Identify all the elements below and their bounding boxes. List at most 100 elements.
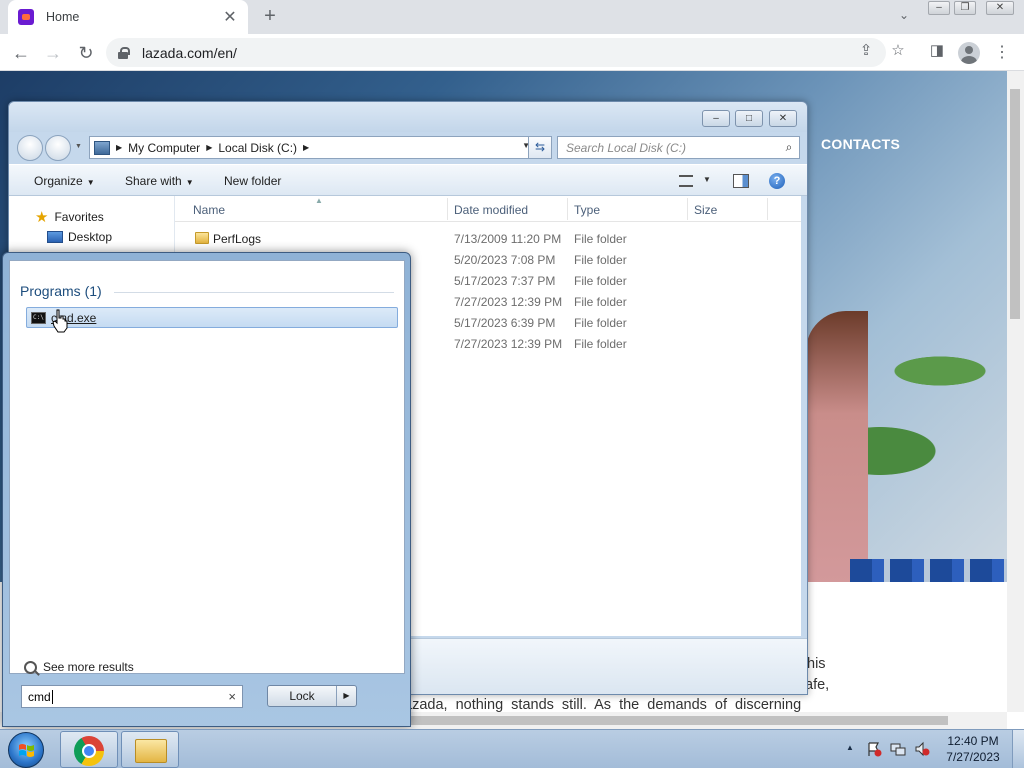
column-size[interactable]: Size [694,203,717,217]
crumb-separator-icon[interactable]: ▶ [206,143,212,152]
organize-button[interactable]: Organize ▼ [34,174,95,188]
bookmark-star-icon[interactable]: ☆ [887,40,909,62]
address-bar[interactable]: lazada.com/en/ [106,38,886,67]
explorer-minimize-button[interactable]: – [702,110,730,127]
see-more-label: See more results [43,660,134,674]
column-divider[interactable] [687,198,688,220]
lock-icon[interactable] [118,46,130,59]
nav-desktop[interactable]: Desktop [47,230,112,244]
column-divider[interactable] [447,198,448,220]
file-date: 5/17/2023 7:37 PM [454,274,556,288]
start-orb-icon[interactable] [8,732,44,768]
lock-button[interactable]: Lock ▶ [267,685,357,707]
horizontal-scroll-thumb[interactable] [400,716,948,725]
explorer-refresh-icon[interactable]: ⇆ [528,136,552,159]
search-icon [24,660,37,674]
network-icon[interactable] [890,741,906,757]
system-clock[interactable]: 12:40 PM 7/27/2023 [938,734,1008,764]
file-date: 5/17/2023 6:39 PM [454,316,556,330]
browser-restore-button[interactable]: ❐ [954,1,976,15]
file-type: File folder [574,232,627,246]
view-options-icon[interactable] [679,175,693,187]
column-name[interactable]: Name [193,203,225,217]
crumb-separator-icon[interactable]: ▶ [303,143,309,152]
taskbar-explorer-button[interactable] [121,731,179,768]
back-arrow-icon[interactable]: ← [8,40,34,66]
nav-desktop-label: Desktop [68,230,113,244]
url-text[interactable]: lazada.com/en/ [142,45,237,61]
file-type: File folder [574,337,627,351]
action-center-flag-icon[interactable] [866,741,882,757]
page-vertical-scrollbar[interactable] [1007,71,1024,712]
column-date-modified[interactable]: Date modified [454,203,528,217]
crumb-separator-icon[interactable]: ▶ [116,143,122,152]
view-chevron-icon[interactable]: ▼ [703,175,711,184]
tab-close-icon[interactable]: ✕ [222,7,238,27]
browser-menu-icon[interactable]: ⋮ [994,42,1010,64]
cmd-icon: C:\ [31,311,46,324]
nav-favorites[interactable]: ★ Favorites [35,208,104,226]
share-with-label: Share with [125,174,182,188]
search-placeholder: Search Local Disk (C:) [566,140,687,155]
tray-expand-icon[interactable]: ▲ [846,743,854,752]
profile-avatar-icon[interactable] [958,42,980,64]
taskbar-chrome-button[interactable] [60,731,118,768]
browser-tab-strip: Home ✕ + ⌄ – ❐ ✕ [0,0,1024,34]
preview-pane-icon[interactable] [733,174,749,188]
show-desktop-button[interactable] [1012,730,1024,768]
explorer-titlebar[interactable]: – □ ✕ [9,102,807,132]
explorer-forward-icon[interactable] [45,135,71,161]
file-type: File folder [574,274,627,288]
see-more-results-link[interactable]: See more results [24,660,134,674]
new-tab-button[interactable]: + [258,4,282,28]
column-type[interactable]: Type [574,203,600,217]
clear-search-icon[interactable]: × [228,689,236,704]
side-panel-icon[interactable]: ◨ [926,40,948,62]
search-icon[interactable]: ⌕ [779,140,799,155]
search-results-panel: Programs (1) C:\ cmd.exe See more result… [9,260,405,674]
chrome-icon [74,736,104,766]
web-paragraph-fragment: afe, [805,677,830,693]
vertical-scroll-thumb[interactable] [1010,89,1020,319]
file-row[interactable]: PerfLogs 7/13/2009 11:20 PM File folder [175,229,801,250]
taskbar: ▲ 12:40 PM 7/27/2023 [0,729,1024,768]
browser-toolbar: ← → ↻ lazada.com/en/ ⇪ ☆ ◨ ⋮ [0,34,1024,71]
share-icon[interactable]: ⇪ [855,40,877,62]
nav-favorites-label: Favorites [54,210,104,224]
file-date: 5/20/2023 7:08 PM [454,253,556,267]
crumb-my-computer[interactable]: My Computer [128,141,200,155]
new-folder-button[interactable]: New folder [224,174,281,188]
desktop-icon [47,231,63,243]
power-options-arrow-icon[interactable]: ▶ [336,686,356,706]
organize-label: Organize [34,174,83,188]
reload-icon[interactable]: ↻ [73,40,99,66]
browser-minimize-button[interactable]: – [928,1,950,15]
nav-contacts-link[interactable]: CONTACTS [821,136,900,152]
volume-muted-icon[interactable] [914,741,930,757]
column-divider[interactable] [567,198,568,220]
file-name: PerfLogs [213,232,262,246]
forward-arrow-icon[interactable]: → [40,40,66,66]
sort-arrow-icon: ▲ [315,196,323,205]
share-with-button[interactable]: Share with ▼ [125,174,194,188]
explorer-close-button[interactable]: ✕ [769,110,797,127]
tab-title: Home [46,10,80,24]
result-cmd-exe[interactable]: C:\ cmd.exe [26,307,398,328]
start-search-value[interactable]: cmd [28,689,53,704]
explorer-maximize-button[interactable]: □ [735,110,763,127]
browser-close-button[interactable]: ✕ [986,1,1014,15]
start-search-input[interactable]: cmd × [21,685,243,708]
browser-tab-home[interactable]: Home ✕ [8,0,248,34]
chevron-down-icon: ▼ [86,178,95,187]
crumb-local-disk[interactable]: Local Disk (C:) [218,141,297,155]
explorer-back-icon[interactable] [17,135,43,161]
folder-icon [195,232,209,244]
help-icon[interactable]: ? [769,173,785,189]
column-divider[interactable] [767,198,768,220]
explorer-address-bar[interactable]: ▶ My Computer ▶ Local Disk (C:) ▶ ▼ [89,136,533,159]
tab-search-chevron-icon[interactable]: ⌄ [894,8,914,26]
explorer-search-input[interactable]: Search Local Disk (C:) ⌕ [557,136,800,159]
history-dropdown-icon[interactable]: ▼ [75,143,82,150]
file-type: File folder [574,316,627,330]
lazada-favicon-icon [18,9,34,25]
